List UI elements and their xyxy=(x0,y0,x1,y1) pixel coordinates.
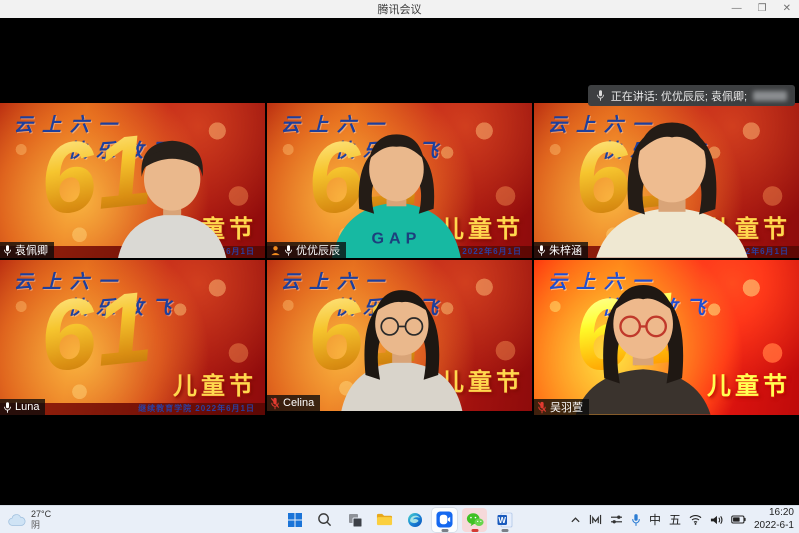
open-app-indicator xyxy=(441,529,448,532)
svg-text:W: W xyxy=(498,515,506,524)
participant-name: 朱梓涵 xyxy=(549,242,582,258)
battery-icon[interactable] xyxy=(731,515,746,524)
open-app-indicator xyxy=(471,529,478,532)
cloud-icon xyxy=(8,513,26,527)
ime-layout-indicator[interactable]: 五 xyxy=(669,511,681,528)
video-tile-zhuzihan[interactable]: 云上六一 快乐放飞 61 儿童节 继续教育学院 2022年6月1日 朱梓 xyxy=(534,103,799,258)
window-title: 腾讯会议 xyxy=(378,1,422,17)
open-app-indicator xyxy=(501,529,508,532)
search-button[interactable] xyxy=(312,508,337,532)
video-tile-youyouchenchen[interactable]: 云上六一 快乐放飞 61 儿童节 继续教育学院 2022年6月1日 GAP xyxy=(267,103,532,258)
video-tile-yuanpeiqing[interactable]: 云上六一 快乐放飞 61 儿童节 继续教育学院 2022年6月1日 袁佩 xyxy=(0,103,265,258)
wechat-button[interactable] xyxy=(462,508,487,532)
speaking-toast-text: 正在讲话: 优优辰辰; 袁佩卿; xyxy=(611,88,747,104)
system-tray: 中 五 16:20 2022-6- xyxy=(570,507,794,532)
start-button[interactable] xyxy=(282,508,307,532)
mic-muted-icon xyxy=(270,397,280,410)
blurred-name xyxy=(753,91,787,101)
video-grid: 云上六一 快乐放飞 61 儿童节 继续教育学院 2022年6月1日 袁佩 xyxy=(0,103,799,415)
weather-widget[interactable]: 27°C 阴 xyxy=(8,509,51,530)
mic-on-icon xyxy=(3,244,12,257)
file-explorer-icon xyxy=(376,512,393,527)
edge-browser-button[interactable] xyxy=(402,508,427,532)
mic-on-icon xyxy=(3,401,12,414)
edge-icon xyxy=(407,512,423,528)
taskbar-center-icons: W xyxy=(282,506,517,533)
poster-festival-label: 儿童节 xyxy=(173,366,257,401)
hidden-icons-chevron[interactable] xyxy=(570,516,581,524)
participant-name: Celina xyxy=(283,397,314,409)
participant-video-girl-closeup xyxy=(566,109,778,258)
meter-tray-icon[interactable] xyxy=(589,514,602,525)
participant-video-girl-teal: GAP xyxy=(309,122,484,258)
wechat-icon xyxy=(466,512,484,528)
participant-name: Luna xyxy=(15,401,39,413)
name-tag: Luna xyxy=(0,399,45,415)
name-tag: 吴羽萱 xyxy=(534,399,589,415)
word-button[interactable]: W xyxy=(492,508,517,532)
shirt-text: GAP xyxy=(372,229,422,247)
clock-time: 16:20 xyxy=(769,507,794,520)
minimize-button[interactable]: — xyxy=(732,0,742,18)
microphone-icon xyxy=(596,89,605,102)
participant-name: 优优辰辰 xyxy=(296,242,340,258)
microphone-tray-icon[interactable] xyxy=(631,513,641,527)
task-view-button[interactable] xyxy=(342,508,367,532)
mic-on-icon xyxy=(284,244,293,257)
participant-name: 袁佩卿 xyxy=(15,242,48,258)
speaking-toast: 正在讲话: 优优辰辰; 袁佩卿; xyxy=(588,85,795,106)
speaker-icon[interactable] xyxy=(710,514,723,526)
poster-61: 61 xyxy=(35,276,156,387)
participant-name: 吴羽萱 xyxy=(550,399,583,415)
close-button[interactable]: ✕ xyxy=(783,0,791,18)
weather-temp: 27°C xyxy=(31,509,51,519)
name-tag: 优优辰辰 xyxy=(267,242,346,258)
search-icon xyxy=(317,512,332,527)
task-view-icon xyxy=(347,512,363,528)
name-tag: 袁佩卿 xyxy=(0,242,54,258)
word-icon: W xyxy=(497,512,513,528)
sliders-tray-icon[interactable] xyxy=(610,514,623,525)
festival-background: 云上六一 快乐放飞 61 儿童节 继续教育学院 2022年6月1日 xyxy=(0,260,265,415)
windows-taskbar: 27°C 阴 xyxy=(0,505,799,533)
video-tile-wuyuxuan[interactable]: 云上六一 快乐放飞 61 儿童节 xyxy=(534,260,799,415)
participant-video-boy xyxy=(90,134,254,258)
start-icon xyxy=(287,512,303,528)
clock-date: 2022-6-1 xyxy=(754,520,794,533)
participant-video-girl-glasses xyxy=(325,278,479,411)
video-letterbox xyxy=(267,411,532,415)
taskbar-clock[interactable]: 16:20 2022-6-1 xyxy=(754,507,794,532)
name-tag: Celina xyxy=(267,395,320,411)
mic-muted-icon xyxy=(537,401,547,414)
tencent-meeting-button[interactable] xyxy=(432,508,457,532)
maximize-button[interactable]: ❐ xyxy=(758,0,767,18)
member-icon xyxy=(270,245,281,256)
tencent-meeting-icon xyxy=(436,511,453,528)
ime-mode-indicator[interactable]: 中 xyxy=(649,511,661,528)
video-tile-luna[interactable]: 云上六一 快乐放飞 61 儿童节 继续教育学院 2022年6月1日 Luna xyxy=(0,260,265,415)
window-titlebar: 腾讯会议 — ❐ ✕ xyxy=(0,0,799,18)
wifi-icon[interactable] xyxy=(689,514,702,525)
weather-condition: 阴 xyxy=(31,520,51,530)
name-tag: 朱梓涵 xyxy=(534,242,588,258)
meeting-main-area: 正在讲话: 优优辰辰; 袁佩卿; 云上六一 快乐放飞 61 儿童节 继续教育学院… xyxy=(0,18,799,505)
file-explorer-button[interactable] xyxy=(372,508,397,532)
participant-video-girl-red-glasses xyxy=(561,272,725,415)
mic-on-icon xyxy=(537,244,546,257)
video-tile-celina[interactable]: 云上六一 快乐放飞 61 儿童节 xyxy=(267,260,532,415)
